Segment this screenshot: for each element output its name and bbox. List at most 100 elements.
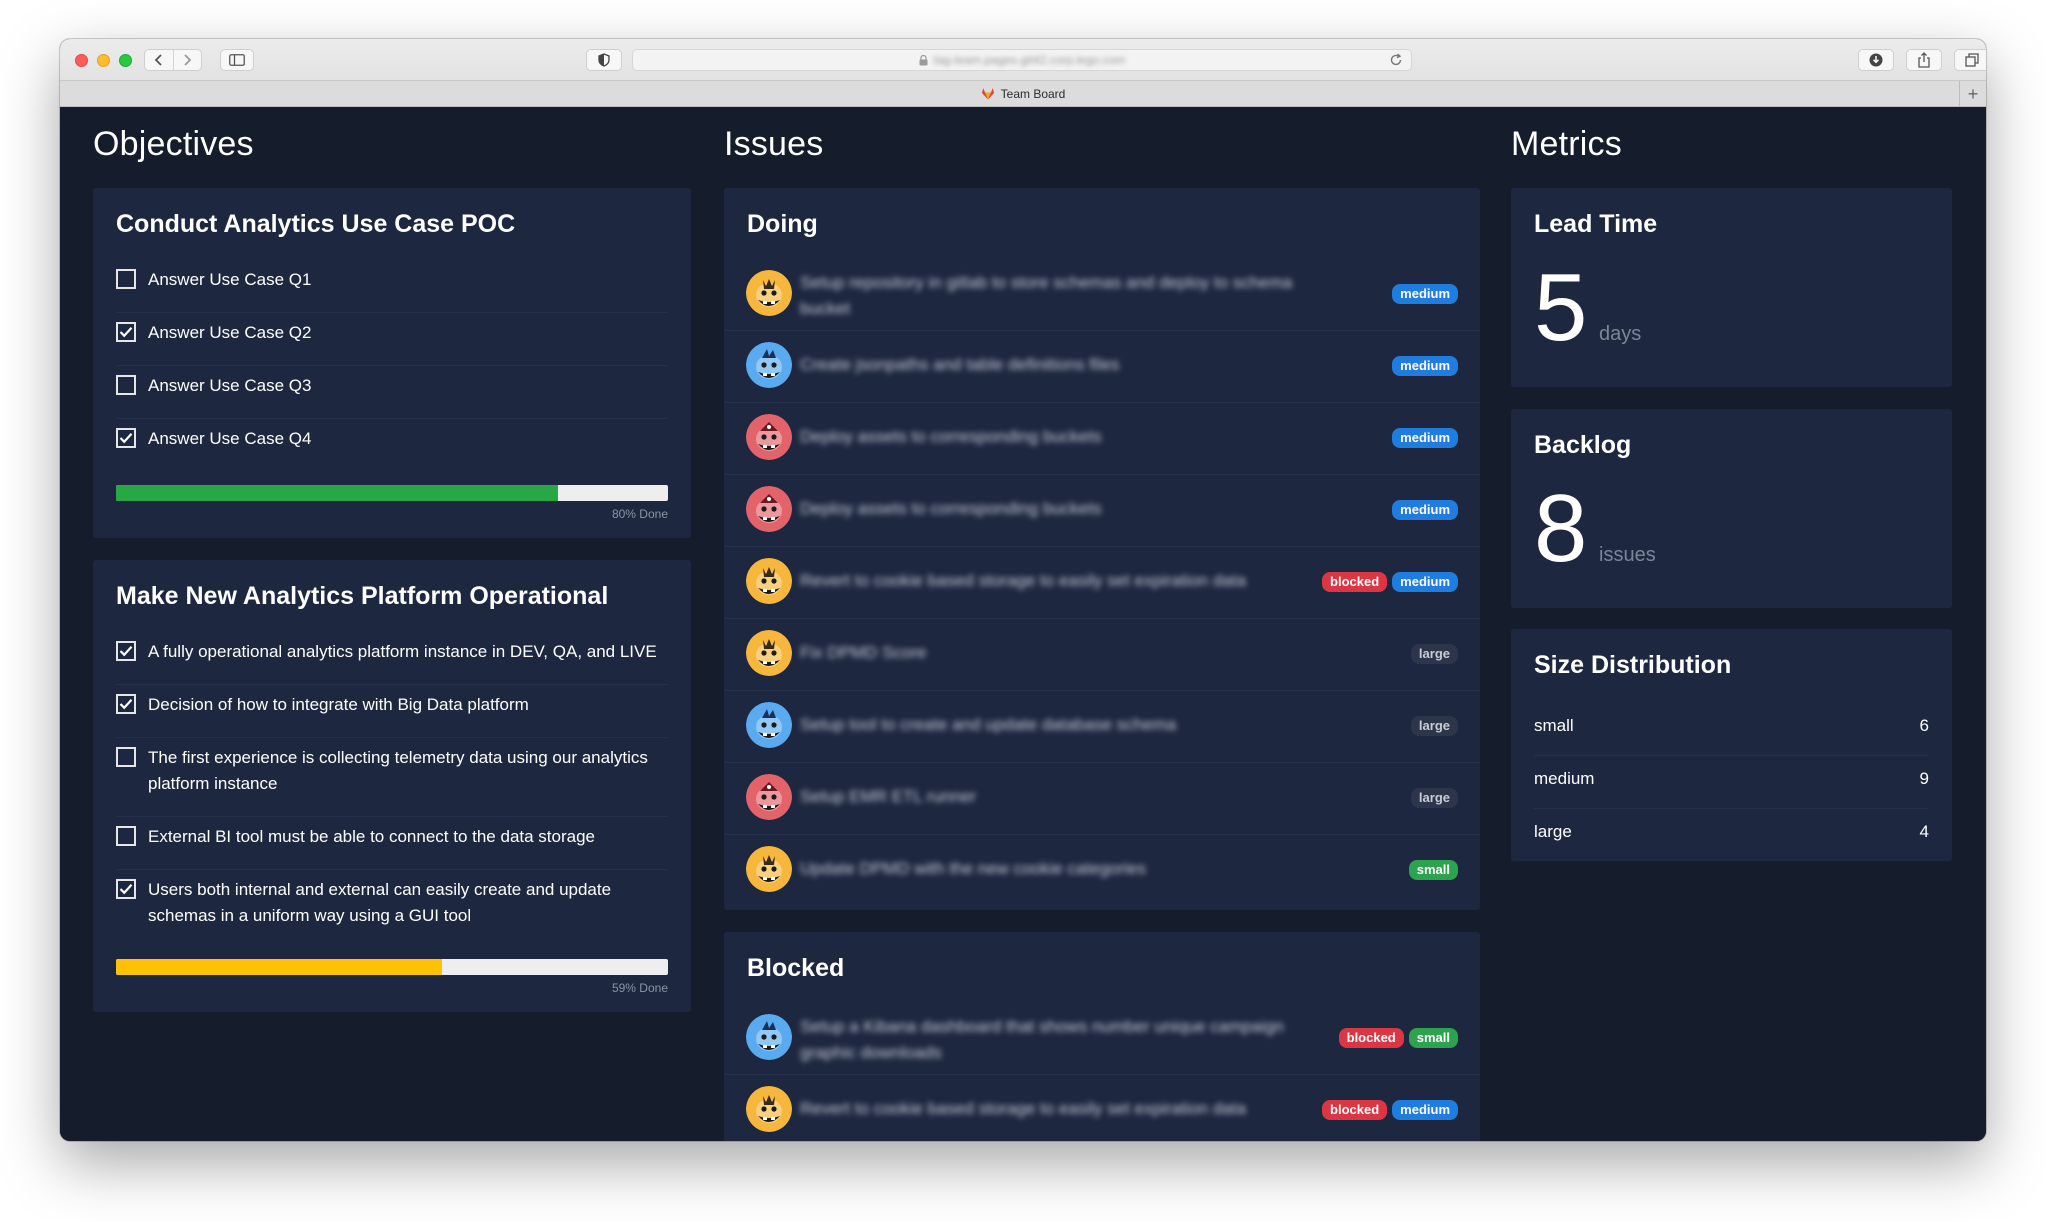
issue-row[interactable]: Setup tool to create and update database… bbox=[724, 690, 1480, 762]
objective-title: Make New Analytics Platform Operational bbox=[116, 582, 609, 610]
issue-row[interactable]: Deploy assets to corresponding buckets me… bbox=[724, 402, 1480, 474]
checkbox[interactable] bbox=[116, 269, 136, 289]
issue-row[interactable]: Revert to cookie based storage to easily… bbox=[724, 1074, 1480, 1141]
issue-labels: large bbox=[1410, 644, 1458, 664]
issue-row[interactable]: Deploy assets to corresponding buckets me… bbox=[724, 474, 1480, 546]
checkbox-checked[interactable] bbox=[116, 322, 136, 342]
share-button[interactable] bbox=[1906, 49, 1942, 71]
issue-title[interactable]: Setup EMR ETL runner bbox=[800, 787, 976, 807]
doing-heading: Doing bbox=[747, 210, 818, 238]
forward-button[interactable] bbox=[172, 50, 202, 70]
assignee-avatar bbox=[746, 846, 792, 892]
checkbox[interactable] bbox=[116, 747, 136, 767]
assignee-avatar bbox=[746, 486, 792, 532]
objective-card-2: Make New Analytics Platform Operational … bbox=[93, 560, 691, 1012]
issue-title[interactable]: Update DPMD with the new cookie categori… bbox=[800, 859, 1146, 879]
sidebar-toggle-button[interactable] bbox=[220, 49, 254, 71]
checkbox[interactable] bbox=[116, 826, 136, 846]
label-badge-blocked: blocked bbox=[1322, 1100, 1388, 1120]
checkbox-checked[interactable] bbox=[116, 641, 136, 661]
objective-title: Conduct Analytics Use Case POC bbox=[116, 210, 516, 238]
checkbox-checked[interactable] bbox=[116, 694, 136, 714]
download-icon bbox=[1869, 53, 1883, 67]
issue-title[interactable]: Deploy assets to corresponding buckets bbox=[800, 499, 1101, 519]
label-badge-medium: medium bbox=[1392, 1100, 1458, 1120]
checklist-item: Answer Use Case Q3 bbox=[116, 373, 668, 399]
privacy-report-button[interactable] bbox=[586, 49, 622, 71]
size-label: small bbox=[1534, 716, 1574, 735]
assignee-avatar bbox=[746, 414, 792, 460]
back-button[interactable] bbox=[145, 50, 173, 70]
checkbox-checked[interactable] bbox=[116, 879, 136, 899]
checkmark-icon bbox=[119, 433, 133, 444]
progress-label: 80% Done bbox=[611, 507, 668, 521]
checkmark-icon bbox=[119, 646, 133, 657]
lead-time-unit: days bbox=[1599, 323, 1642, 345]
issue-title[interactable]: Setup repository in gitlab to store sche… bbox=[800, 270, 1310, 322]
issue-row[interactable]: Fix DPMD Score large bbox=[724, 618, 1480, 690]
objective-card-1: Conduct Analytics Use Case POC Answer Us… bbox=[93, 188, 691, 538]
issue-labels: medium bbox=[1392, 356, 1458, 376]
issue-row[interactable]: Setup a Kibana dashboard that shows numb… bbox=[724, 1002, 1480, 1074]
tab-overview-button[interactable] bbox=[1954, 49, 1986, 71]
issue-row[interactable]: Update DPMD with the new cookie categori… bbox=[724, 834, 1480, 906]
lead-time-value: 5 bbox=[1534, 254, 1588, 361]
issue-labels: blocked small bbox=[1338, 1028, 1458, 1048]
issue-row[interactable]: Revert to cookie based storage to easily… bbox=[724, 546, 1480, 618]
backlog-value: 8 bbox=[1534, 475, 1588, 582]
issue-row[interactable]: Setup repository in gitlab to store sche… bbox=[724, 258, 1480, 330]
checklist-item-label: Decision of how to integrate with Big Da… bbox=[148, 695, 529, 714]
checklist-item-label: Users both internal and external can eas… bbox=[148, 880, 612, 925]
reload-icon[interactable] bbox=[1389, 53, 1403, 67]
tab-team-board[interactable]: Team Board bbox=[1001, 87, 1066, 101]
label-badge-large: large bbox=[1410, 716, 1458, 736]
label-badge-large: large bbox=[1410, 644, 1458, 664]
new-tab-button[interactable]: + bbox=[1959, 81, 1986, 107]
issue-title[interactable]: Setup a Kibana dashboard that shows numb… bbox=[800, 1014, 1310, 1066]
issues-heading: Issues bbox=[724, 125, 824, 163]
objective-progress-bar bbox=[116, 959, 668, 975]
minimize-window-button[interactable] bbox=[97, 54, 110, 67]
issue-labels: small bbox=[1408, 860, 1458, 880]
divider bbox=[116, 869, 668, 870]
divider bbox=[116, 737, 668, 738]
assignee-avatar bbox=[746, 342, 792, 388]
label-badge-medium: medium bbox=[1392, 500, 1458, 520]
issue-title[interactable]: Setup tool to create and update database… bbox=[800, 715, 1176, 735]
downloads-button[interactable] bbox=[1858, 49, 1894, 71]
checklist-item-label: The first experience is collecting telem… bbox=[148, 748, 648, 793]
issue-labels: medium bbox=[1392, 428, 1458, 448]
checkmark-icon bbox=[119, 327, 133, 338]
checkbox-checked[interactable] bbox=[116, 428, 136, 448]
issue-title[interactable]: Revert to cookie based storage to easily… bbox=[800, 1099, 1246, 1119]
address-bar[interactable]: tag-team.pages.git42.corp.lego.com bbox=[632, 49, 1412, 71]
size-row: medium 9 bbox=[1534, 769, 1929, 789]
issue-row[interactable]: Setup EMR ETL runner large bbox=[724, 762, 1480, 834]
issue-row[interactable]: Create jsonpaths and table definitions f… bbox=[724, 330, 1480, 402]
issue-title[interactable]: Fix DPMD Score bbox=[800, 643, 927, 663]
zoom-window-button[interactable] bbox=[119, 54, 132, 67]
divider bbox=[1534, 755, 1929, 756]
checklist-item-label: Answer Use Case Q4 bbox=[148, 429, 312, 448]
lock-icon bbox=[919, 54, 928, 65]
label-badge-medium: medium bbox=[1392, 428, 1458, 448]
assignee-avatar bbox=[746, 702, 792, 748]
divider bbox=[116, 312, 668, 313]
progress-fill bbox=[116, 959, 442, 975]
issue-title[interactable]: Revert to cookie based storage to easily… bbox=[800, 571, 1246, 591]
checklist-item: Answer Use Case Q2 bbox=[116, 320, 668, 346]
close-window-button[interactable] bbox=[75, 54, 88, 67]
divider bbox=[116, 418, 668, 419]
checkbox[interactable] bbox=[116, 375, 136, 395]
issue-title[interactable]: Create jsonpaths and table definitions f… bbox=[800, 355, 1119, 375]
assignee-avatar bbox=[746, 558, 792, 604]
issue-title[interactable]: Deploy assets to corresponding buckets bbox=[800, 427, 1101, 447]
backlog-card: Backlog 8 issues bbox=[1511, 409, 1952, 608]
issue-labels: medium bbox=[1392, 500, 1458, 520]
share-icon bbox=[1918, 52, 1930, 68]
checklist-item: External BI tool must be able to connect… bbox=[116, 824, 668, 850]
label-badge-medium: medium bbox=[1392, 356, 1458, 376]
divider bbox=[116, 684, 668, 685]
blocked-issues-card: Blocked Setup a Kibana dashboard that sh… bbox=[724, 932, 1480, 1141]
checklist-item: Decision of how to integrate with Big Da… bbox=[116, 692, 668, 718]
